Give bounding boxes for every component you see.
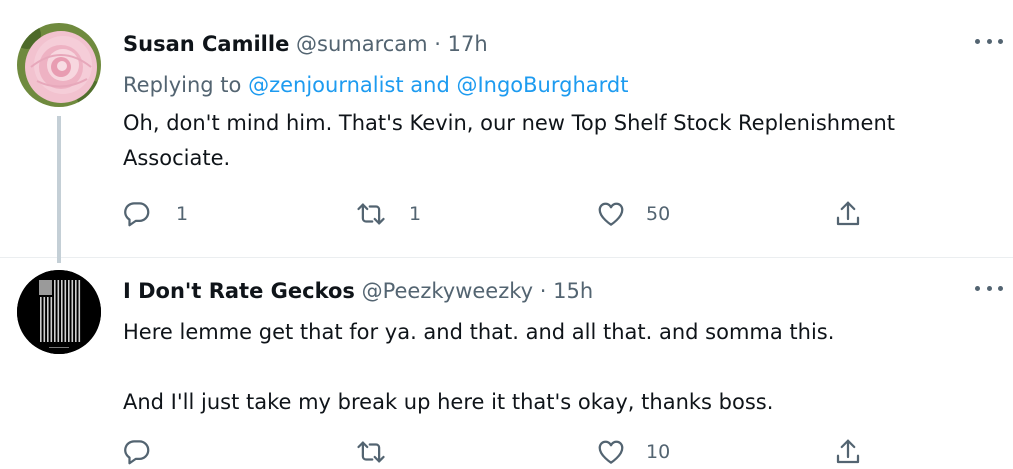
replying-and: and: [403, 73, 457, 97]
separator-dot: ·: [533, 279, 554, 303]
reply-button[interactable]: 1: [122, 197, 188, 231]
share-button[interactable]: [833, 197, 863, 231]
retweet-button[interactable]: 1: [356, 197, 421, 231]
retweet-icon: [357, 441, 385, 463]
tweet-header: I Don't Rate Geckos @Peezkyweezky · 15h: [123, 277, 593, 305]
user-handle[interactable]: @sumarcam: [296, 32, 428, 56]
timestamp[interactable]: 17h: [448, 32, 488, 56]
tweet[interactable]: I Don't Rate Geckos @Peezkyweezky · 15h …: [0, 258, 1013, 465]
avatar[interactable]: [17, 23, 101, 107]
share-button[interactable]: [833, 435, 863, 469]
timestamp[interactable]: 15h: [553, 279, 593, 303]
reply-icon: [124, 440, 150, 465]
like-button[interactable]: 50: [596, 197, 670, 231]
reply-icon: [124, 202, 150, 227]
share-icon: [836, 201, 860, 226]
replying-to: Replying to @zenjournalist and @IngoBurg…: [123, 70, 628, 100]
black-white-flag-icon: [17, 270, 101, 354]
tweet-text: Oh, don't mind him. That's Kevin, our ne…: [123, 106, 983, 176]
like-button[interactable]: 10: [596, 435, 670, 469]
action-bar: 1 1 50: [122, 197, 882, 231]
retweet-icon: [357, 203, 385, 225]
tweet-header: Susan Camille @sumarcam · 17h: [123, 30, 488, 58]
tweet-text: Here lemme get that for ya. and that. an…: [123, 315, 983, 420]
like-count: 10: [646, 441, 671, 463]
avatar[interactable]: [17, 270, 101, 354]
display-name[interactable]: I Don't Rate Geckos: [123, 279, 355, 303]
replying-prefix: Replying to: [123, 73, 249, 97]
mention-link[interactable]: @IngoBurghardt: [456, 73, 628, 97]
tweet-paragraph: Here lemme get that for ya. and that. an…: [123, 320, 835, 344]
display-name[interactable]: Susan Camille: [123, 32, 289, 56]
heart-icon: [598, 202, 624, 226]
thread-line: [57, 116, 61, 263]
like-count: 50: [646, 203, 671, 225]
mention-link[interactable]: @zenjournalist: [248, 73, 404, 97]
separator-dot: ·: [427, 32, 448, 56]
tweet[interactable]: Susan Camille @sumarcam · 17h Replying t…: [0, 0, 1013, 263]
more-options-icon[interactable]: [975, 281, 1003, 295]
retweet-count: 1: [409, 203, 422, 225]
share-icon: [836, 439, 860, 464]
tweet-paragraph: And I'll just take my break up here it t…: [123, 390, 774, 414]
heart-icon: [598, 440, 624, 464]
user-handle[interactable]: @Peezkyweezky: [362, 279, 534, 303]
reply-button[interactable]: [122, 435, 176, 469]
action-bar: 10: [122, 435, 882, 469]
reply-count: 1: [176, 203, 189, 225]
tweet-paragraph: Oh, don't mind him. That's Kevin, our ne…: [123, 111, 895, 170]
more-options-icon[interactable]: [975, 34, 1003, 48]
retweet-button[interactable]: [356, 435, 409, 469]
camellia-flower-icon: [17, 23, 101, 107]
